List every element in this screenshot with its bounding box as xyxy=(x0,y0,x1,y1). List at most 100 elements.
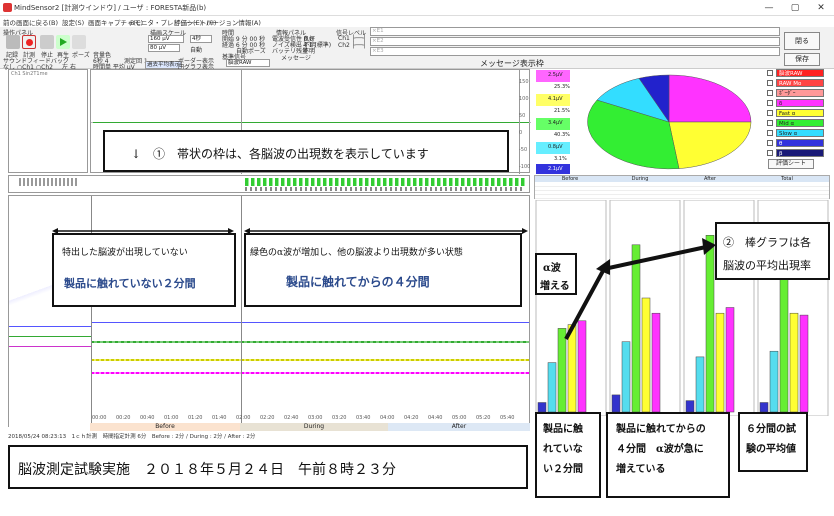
phase-after: After xyxy=(388,423,530,431)
legend-row[interactable]: ﾎﾞｰﾀﾞｰ xyxy=(766,89,826,98)
save-button[interactable]: 保存 xyxy=(784,53,820,66)
record-button[interactable] xyxy=(6,35,20,49)
bar-during-1 xyxy=(621,341,631,413)
trace-fast-alpha xyxy=(91,359,529,361)
record-dot-icon xyxy=(26,39,33,46)
legend-row[interactable]: Mid α xyxy=(766,119,826,128)
left-trace-theta xyxy=(9,326,91,327)
annotation-text-7: 製品に触れてからの ４分間 α波が急に 増えている xyxy=(616,424,706,475)
pie-label-3: 4.1μV xyxy=(548,96,563,102)
annotation-text-3a: 緑色のα波が増加し、他の脳波より出現数が多い状態 xyxy=(250,248,463,258)
phase-before: Before xyxy=(90,423,240,431)
table-header-after: After xyxy=(675,176,745,182)
legend-row[interactable]: θ xyxy=(766,139,826,148)
trace-mid-alpha xyxy=(91,341,529,343)
stats-table: Before During After Total xyxy=(534,175,830,199)
annotation-band-explainer: ↓ ① 帯状の枠は、各脳波の出現数を表示しています xyxy=(103,130,509,172)
legend-row[interactable]: 脳波RAW xyxy=(766,69,826,78)
y-tick-stack: 150 100 50 0 -50 -100 xyxy=(519,79,531,170)
bar-total-0 xyxy=(759,402,769,413)
legend-row[interactable]: δ xyxy=(766,99,826,108)
status-bar: 2018/05/24 08:23:13 1ｃｈ計測 時間指定計測 6分 Befo… xyxy=(8,434,256,440)
bar-total-4 xyxy=(799,314,809,413)
annotation-before-bars: 製品に触 れていな い２分間 xyxy=(535,412,601,498)
legend-panel: 脳波RAW RAW Mo ﾎﾞｰﾀﾞｰ δ Fast α Mid α Slow … xyxy=(766,69,828,169)
pause-button[interactable] xyxy=(72,35,86,49)
channel-label: Ch1 Sin2T1me xyxy=(11,71,48,77)
ch2-level: Ch2 ├──┤ xyxy=(338,42,367,49)
menu-bar: 前の画面に戻る(B) 設定(S) 画面キャプチャ(C) Bモニタ・プレビュー(E… xyxy=(0,16,834,27)
annotation-during: 緑色のα波が増加し、他の脳波より出現数が多い状態 製品に触れてからの４分間 xyxy=(244,233,522,307)
annotation-total-bars: ６分間の試 験の平均値 xyxy=(738,412,808,472)
message-field-1[interactable]: ×E1 xyxy=(370,27,780,36)
menu-settings[interactable]: 設定(S) xyxy=(62,17,84,27)
avg-display-button[interactable]: 過去平均表示 xyxy=(145,61,183,69)
annotation-footer: 脳波測定試験実施 ２０１８年５月２４日 午前８時２３分 xyxy=(8,445,528,489)
band-secondary xyxy=(245,187,525,191)
table-header-before: Before xyxy=(535,176,605,182)
left-mini-plot: Ch1 Sin2T1me xyxy=(8,69,88,173)
close-button[interactable]: 閉る xyxy=(784,32,820,50)
pie-label-2: 25.3% xyxy=(554,84,570,90)
bar-after-1 xyxy=(695,356,705,413)
bar-total-3 xyxy=(789,312,799,413)
replay-button[interactable] xyxy=(56,35,70,49)
annotation-bar-explainer: ② 棒グラフは各 脳波の平均出現率 xyxy=(715,222,830,280)
message-field-2[interactable]: ×E2 xyxy=(370,37,780,46)
left-trace-delta xyxy=(9,346,91,347)
toolbar: 操作パネル 記録 計測 停止 再生 ポーズ サウンドフィードバック なし ○Ch… xyxy=(0,27,834,71)
legend-row[interactable]: β xyxy=(766,149,826,158)
annotation-text-3b: 製品に触れてからの４分間 xyxy=(286,275,430,289)
pie-label-1: 2.5μV xyxy=(548,72,563,78)
table-header-total: Total xyxy=(745,176,829,182)
eval-sheet-button[interactable]: 評価シート xyxy=(768,159,814,169)
pie-label-column: 2.5μV 25.3% 4.1μV 21.5% 3.4μV 40.3% 0.8μ… xyxy=(534,69,572,175)
legend-row[interactable]: RAW Mo xyxy=(766,79,826,88)
legend-row[interactable]: Slow α xyxy=(766,129,826,138)
close-window-button[interactable]: ✕ xyxy=(808,1,834,15)
pie-label-7: 0.8μV xyxy=(548,144,563,150)
bar-before-1 xyxy=(547,362,557,413)
bar-before-0 xyxy=(537,402,547,413)
fixed-scale-select[interactable]: 80 μV xyxy=(148,44,180,52)
trace-delta xyxy=(91,372,529,374)
app-icon xyxy=(3,3,12,12)
band-before xyxy=(19,178,77,186)
legend-row[interactable]: Fast α xyxy=(766,109,826,118)
window-title: MindSensor2 [計測ウインドウ] / ユーザ : FORESTA新品(… xyxy=(14,4,207,12)
bar-total-1 xyxy=(769,350,779,413)
pie-label-4: 21.5% xyxy=(554,108,570,114)
left-trace-alpha xyxy=(9,336,91,337)
stop-button[interactable] xyxy=(40,35,54,49)
measure-button[interactable] xyxy=(22,35,36,49)
ref-signal-select[interactable]: 脳波RAW xyxy=(226,59,270,67)
sec-select[interactable]: 4秒 xyxy=(190,35,212,43)
trace-theta xyxy=(91,322,529,323)
duration-arrows xyxy=(52,228,528,234)
annotation-text-5b: 脳波の平均出現率 xyxy=(723,259,811,272)
bar-during-0 xyxy=(611,394,621,413)
bar-after-0 xyxy=(685,400,695,413)
pie-chart xyxy=(587,74,752,170)
message-label: メッセージ xyxy=(281,55,311,62)
menu-back[interactable]: 前の画面に戻る(B) xyxy=(3,17,58,27)
menu-version[interactable]: バージョン情報(A) xyxy=(206,17,261,27)
minimize-button[interactable]: — xyxy=(756,1,782,15)
auto-checkbox[interactable]: 自動 xyxy=(190,45,202,54)
pie-label-6: 40.3% xyxy=(554,132,570,138)
frequency-band-strip xyxy=(8,175,530,193)
annotation-during-bars: 製品に触れてからの ４分間 α波が急に 増えている xyxy=(606,412,730,498)
maximize-button[interactable]: ▢ xyxy=(782,1,808,15)
play-icon xyxy=(60,38,67,46)
table-body xyxy=(535,183,829,199)
pie-label-9: 2.1μV xyxy=(548,166,563,172)
pause-label: ポーズ xyxy=(72,52,90,59)
annotation-text-2a: 特出した脳波が出現していない xyxy=(62,248,188,258)
annotation-before: 特出した脳波が出現していない 製品に触れていない２分間 xyxy=(52,233,236,307)
bar-total-2 xyxy=(779,265,789,413)
scale-select[interactable]: 160 μV xyxy=(148,35,184,43)
message-field-3[interactable]: ×E3 xyxy=(370,47,780,56)
phase-during: During xyxy=(240,423,388,431)
ch1-level: Ch1 ├──┤ xyxy=(338,35,367,42)
annotation-text-5a: ② 棒グラフは各 xyxy=(723,236,811,249)
